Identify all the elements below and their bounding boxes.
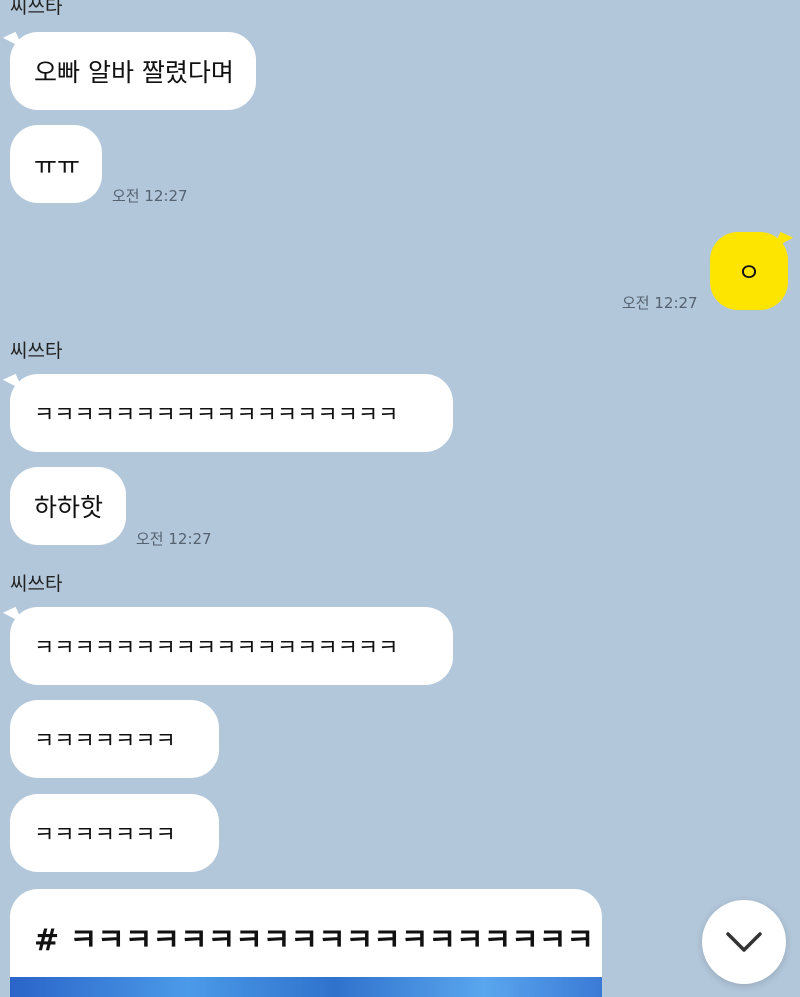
message-bubble[interactable]: ㅋㅋㅋㅋㅋㅋㅋㅋㅋㅋㅋㅋㅋㅋㅋㅋㅋㅋ: [10, 607, 453, 685]
message-bubble[interactable]: ㅋㅋㅋㅋㅋㅋㅋㅋㅋㅋㅋㅋㅋㅋㅋㅋㅋㅋ: [10, 374, 453, 452]
message-bubble[interactable]: 오빠 알바 짤렸다며: [10, 32, 256, 110]
link-card-thumbnail: [10, 977, 602, 997]
message-time: 오전 12:27: [112, 187, 188, 205]
chat-view: 씨쓰타 오빠 알바 짤렸다며 ㅠㅠ 오전 12:27 ㅇ 오전 12:27 씨쓰…: [0, 0, 800, 997]
chevron-down-icon: [726, 932, 762, 952]
my-message-bubble[interactable]: ㅇ: [710, 232, 788, 310]
scroll-down-button[interactable]: [702, 900, 786, 984]
message-time: 오전 12:27: [622, 294, 698, 312]
sender-name: 씨쓰타: [10, 573, 63, 595]
message-bubble[interactable]: ㅋㅋㅋㅋㅋㅋㅋ: [10, 700, 219, 778]
link-card-title: # ㅋㅋㅋㅋㅋㅋㅋㅋㅋㅋㅋㅋㅋㅋㅋㅋㅋㅋㅋ: [34, 923, 594, 958]
sender-name: 씨쓰타: [10, 0, 63, 18]
message-time: 오전 12:27: [136, 530, 212, 548]
message-bubble[interactable]: 하하핫: [10, 467, 126, 545]
message-bubble[interactable]: ㅋㅋㅋㅋㅋㅋㅋ: [10, 794, 219, 872]
link-card[interactable]: # ㅋㅋㅋㅋㅋㅋㅋㅋㅋㅋㅋㅋㅋㅋㅋㅋㅋㅋㅋ: [10, 889, 602, 997]
message-bubble[interactable]: ㅠㅠ: [10, 125, 102, 203]
sender-name: 씨쓰타: [10, 340, 63, 362]
